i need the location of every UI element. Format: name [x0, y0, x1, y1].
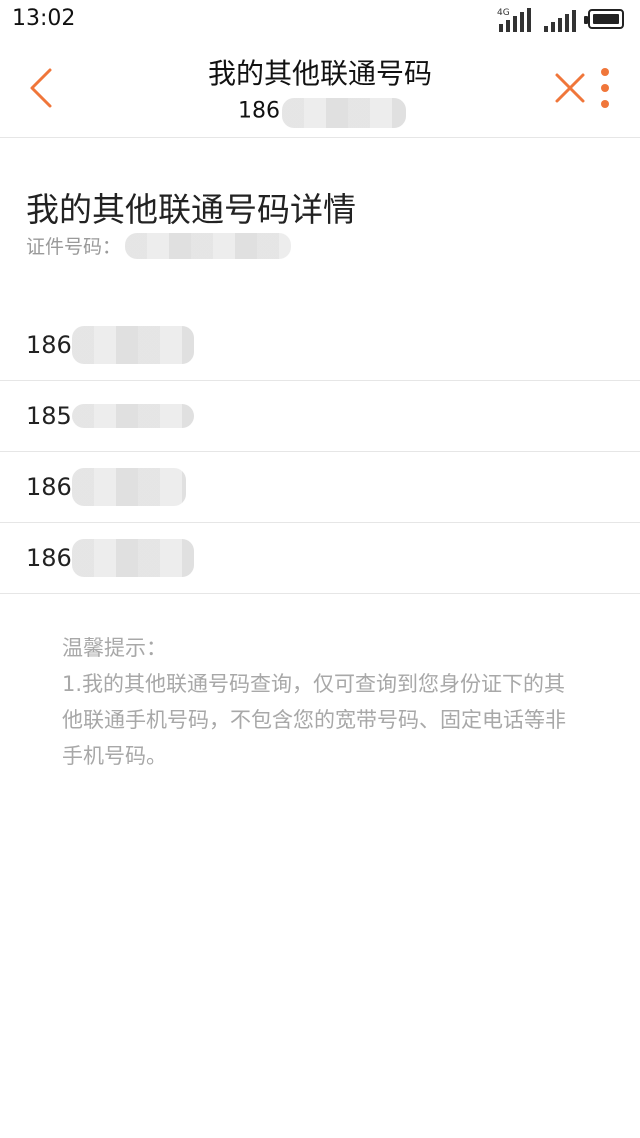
list-item[interactable]: 185 — [0, 381, 640, 452]
network-type-label: 4G — [497, 8, 510, 18]
redacted-blur — [125, 232, 292, 259]
list-item[interactable]: 186 — [0, 523, 640, 594]
redacted-blur — [71, 326, 194, 364]
details-heading: 我的其他联通号码详情 — [26, 190, 356, 229]
phone-number-prefix: 186 — [26, 331, 72, 359]
list-item[interactable]: 186 — [0, 452, 640, 523]
app-header: 我的其他联通号码 186 — [0, 40, 640, 138]
status-time: 13:02 — [12, 6, 76, 31]
redacted-blur — [71, 539, 194, 577]
close-icon[interactable] — [554, 72, 586, 104]
redacted-blur — [282, 98, 406, 128]
redacted-blur — [71, 468, 186, 506]
phone-number-prefix: 185 — [26, 402, 72, 430]
header-phone-prefix: 186 — [238, 98, 280, 124]
tips-section: 温馨提示： 1.我的其他联通号码查询，仅可查询到您身份证下的其他联通手机号码，不… — [62, 630, 582, 774]
phone-number-prefix: 186 — [26, 473, 72, 501]
status-bar: 13:02 4G — [0, 0, 640, 40]
more-menu-icon[interactable] — [598, 68, 612, 110]
page-title: 我的其他联通号码 — [207, 57, 432, 90]
signal-4g-icon: 4G — [497, 8, 531, 32]
header-phone-number: 186 — [238, 98, 406, 128]
signal-icon — [542, 8, 576, 32]
battery-icon — [584, 9, 624, 29]
tips-body: 1.我的其他联通号码查询，仅可查询到您身份证下的其他联通手机号码，不包含您的宽带… — [62, 672, 566, 768]
phone-number-prefix: 186 — [26, 544, 72, 572]
phone-number-list: 186 185 186 186 — [0, 310, 640, 594]
list-item[interactable]: 186 — [0, 310, 640, 381]
redacted-blur — [71, 404, 194, 428]
id-number-label: 证件号码： — [26, 236, 122, 258]
tips-heading: 温馨提示： — [62, 636, 167, 660]
id-number-row: 证件号码： — [26, 232, 292, 259]
